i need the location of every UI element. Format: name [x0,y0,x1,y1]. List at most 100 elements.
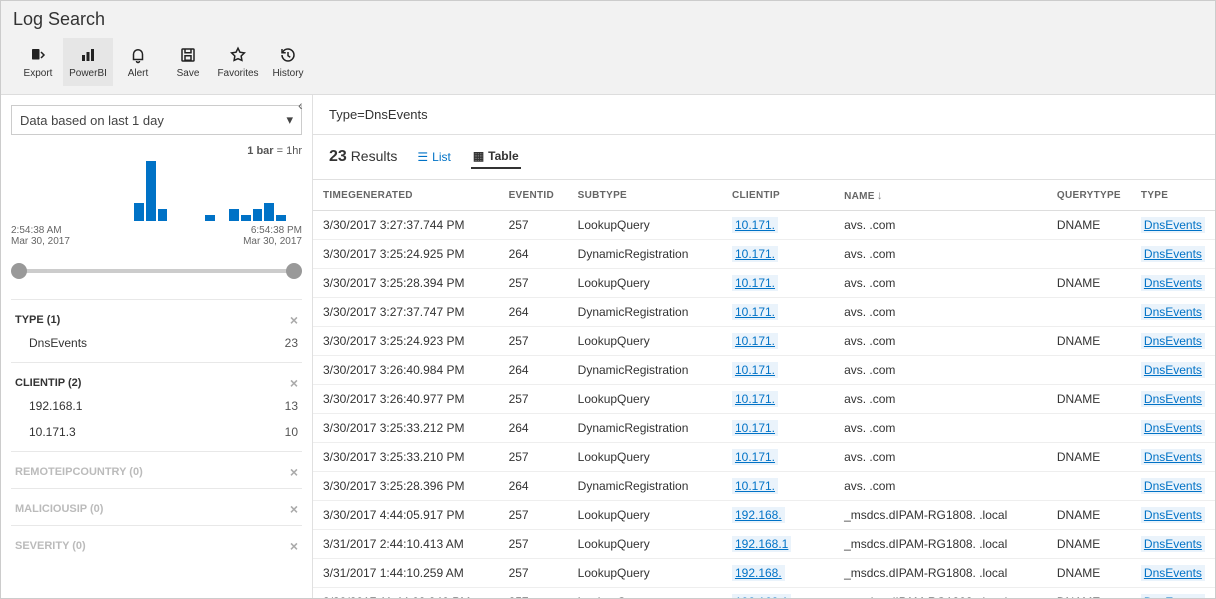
clientip-link[interactable]: 192.168.1 [732,536,791,552]
time-range-select[interactable]: Data based on last 1 day ▾ [11,105,302,135]
cell-type[interactable]: DnsEvents [1131,414,1215,443]
cell-type[interactable]: DnsEvents [1131,240,1215,269]
facet-header-severity[interactable]: SEVERITY (0) × [11,536,302,556]
type-link[interactable]: DnsEvents [1141,333,1205,349]
view-list-toggle[interactable]: ☰ List [415,146,452,168]
cell-type[interactable]: DnsEvents [1131,269,1215,298]
table-row[interactable]: 3/30/2017 3:25:28.396 PM264DynamicRegist… [313,472,1215,501]
table-row[interactable]: 3/30/2017 3:27:37.744 PM257LookupQuery10… [313,211,1215,240]
clientip-link[interactable]: 10.171. [732,391,778,407]
cell-clientip[interactable]: 10.171. [722,211,834,240]
table-row[interactable]: 3/30/2017 3:25:33.212 PM264DynamicRegist… [313,414,1215,443]
column-header-timegenerated[interactable]: TIMEGENERATED [313,180,499,211]
column-header-clientip[interactable]: CLIENTIP [722,180,834,211]
cell-type[interactable]: DnsEvents [1131,443,1215,472]
cell-clientip[interactable]: 10.171. [722,443,834,472]
facet-collapse-icon[interactable]: × [290,538,298,554]
slider-thumb-start[interactable] [11,263,27,279]
clientip-link[interactable]: 192.168.1 [732,594,791,598]
clientip-link[interactable]: 10.171. [732,304,778,320]
cell-clientip[interactable]: 10.171. [722,414,834,443]
type-link[interactable]: DnsEvents [1141,246,1205,262]
view-table-toggle[interactable]: ▦ Table [471,145,521,169]
chart-bar[interactable] [146,161,156,221]
cell-clientip[interactable]: 192.168.1 [722,588,834,599]
facet-row[interactable]: DnsEvents 23 [11,330,302,356]
type-link[interactable]: DnsEvents [1141,594,1205,598]
facet-row[interactable]: 192.168.1 13 [11,393,302,419]
facet-collapse-icon[interactable]: × [290,375,298,391]
cell-type[interactable]: DnsEvents [1131,385,1215,414]
cell-type[interactable]: DnsEvents [1131,559,1215,588]
clientip-link[interactable]: 192.168. [732,507,785,523]
clientip-link[interactable]: 10.171. [732,246,778,262]
save-button[interactable]: Save [163,38,213,86]
facet-collapse-icon[interactable]: × [290,464,298,480]
table-row[interactable]: 3/30/2017 3:26:40.977 PM257LookupQuery10… [313,385,1215,414]
cell-type[interactable]: DnsEvents [1131,356,1215,385]
history-button[interactable]: History [263,38,313,86]
chart-bar[interactable] [229,209,239,221]
alert-button[interactable]: Alert [113,38,163,86]
cell-clientip[interactable]: 10.171. [722,240,834,269]
table-row[interactable]: 3/30/2017 11:44:09.940 PM257LookupQuery1… [313,588,1215,599]
table-row[interactable]: 3/30/2017 3:25:33.210 PM257LookupQuery10… [313,443,1215,472]
table-row[interactable]: 3/30/2017 3:26:40.984 PM264DynamicRegist… [313,356,1215,385]
type-link[interactable]: DnsEvents [1141,449,1205,465]
table-row[interactable]: 3/30/2017 3:25:28.394 PM257LookupQuery10… [313,269,1215,298]
cell-type[interactable]: DnsEvents [1131,530,1215,559]
histogram-chart[interactable] [11,161,302,221]
type-link[interactable]: DnsEvents [1141,275,1205,291]
column-header-type[interactable]: TYPE [1131,180,1215,211]
cell-type[interactable]: DnsEvents [1131,298,1215,327]
type-link[interactable]: DnsEvents [1141,304,1205,320]
clientip-link[interactable]: 192.168. [732,565,785,581]
clientip-link[interactable]: 10.171. [732,333,778,349]
facet-header-clientip[interactable]: CLIENTIP (2) × [11,373,302,393]
type-link[interactable]: DnsEvents [1141,478,1205,494]
clientip-link[interactable]: 10.171. [732,362,778,378]
facet-collapse-icon[interactable]: × [290,312,298,328]
facet-collapse-icon[interactable]: × [290,501,298,517]
cell-type[interactable]: DnsEvents [1131,472,1215,501]
facet-header-remoteipcountry[interactable]: REMOTEIPCOUNTRY (0) × [11,462,302,482]
table-row[interactable]: 3/31/2017 1:44:10.259 AM257LookupQuery19… [313,559,1215,588]
facet-header-type[interactable]: TYPE (1) × [11,310,302,330]
type-link[interactable]: DnsEvents [1141,362,1205,378]
type-link[interactable]: DnsEvents [1141,507,1205,523]
table-row[interactable]: 3/30/2017 3:25:24.923 PM257LookupQuery10… [313,327,1215,356]
cell-clientip[interactable]: 10.171. [722,356,834,385]
cell-clientip[interactable]: 10.171. [722,327,834,356]
type-link[interactable]: DnsEvents [1141,391,1205,407]
column-header-querytype[interactable]: QUERYTYPE [1047,180,1131,211]
cell-type[interactable]: DnsEvents [1131,588,1215,599]
results-table-wrap[interactable]: TIMEGENERATEDEVENTIDSUBTYPECLIENTIPNAME↓… [313,180,1215,598]
time-range-slider[interactable] [17,261,296,281]
cell-type[interactable]: DnsEvents [1131,501,1215,530]
facet-header-maliciousip[interactable]: MALICIOUSIP (0) × [11,499,302,519]
table-row[interactable]: 3/30/2017 3:25:24.925 PM264DynamicRegist… [313,240,1215,269]
column-header-eventid[interactable]: EVENTID [499,180,568,211]
cell-clientip[interactable]: 192.168.1 [722,530,834,559]
cell-clientip[interactable]: 10.171. [722,269,834,298]
query-bar[interactable]: Type=DnsEvents [313,95,1215,135]
type-link[interactable]: DnsEvents [1141,565,1205,581]
chart-bar[interactable] [158,209,168,221]
clientip-link[interactable]: 10.171. [732,217,778,233]
column-header-name[interactable]: NAME↓ [834,180,1047,211]
cell-type[interactable]: DnsEvents [1131,211,1215,240]
type-link[interactable]: DnsEvents [1141,536,1205,552]
cell-clientip[interactable]: 192.168. [722,559,834,588]
slider-thumb-end[interactable] [286,263,302,279]
chart-bar[interactable] [134,203,144,221]
type-link[interactable]: DnsEvents [1141,420,1205,436]
cell-clientip[interactable]: 10.171. [722,298,834,327]
clientip-link[interactable]: 10.171. [732,275,778,291]
table-row[interactable]: 3/30/2017 3:27:37.747 PM264DynamicRegist… [313,298,1215,327]
chart-bar[interactable] [205,215,215,221]
clientip-link[interactable]: 10.171. [732,449,778,465]
powerbi-button[interactable]: PowerBI [63,38,113,86]
cell-clientip[interactable]: 192.168. [722,501,834,530]
export-button[interactable]: Export [13,38,63,86]
cell-clientip[interactable]: 10.171. [722,472,834,501]
